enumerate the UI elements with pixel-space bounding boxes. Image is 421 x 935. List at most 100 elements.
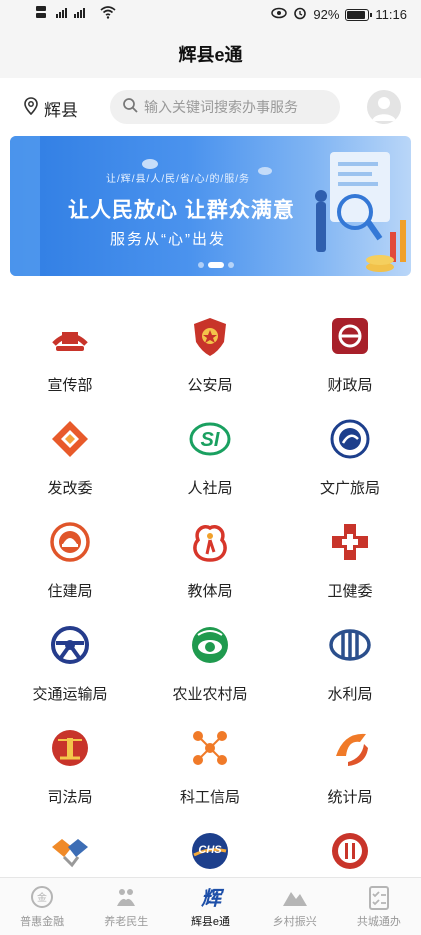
nav-item-label: 养老民生 [104,916,149,928]
banner-illustration-icon [315,152,406,272]
grid-item-label: 住建局 [47,583,93,600]
status-bar: 92% 11:16 [0,0,421,30]
search-icon [122,97,138,118]
social-security-icon: SI [188,417,232,461]
grid-item-label: 发改委 [47,480,93,497]
promo-banner[interactable]: 让/辉/县/人/民/省/心/的/服/务 让人民放心 让群众满意 服务从“心”出发 [10,136,411,276]
water-icon [328,623,372,667]
search-input[interactable] [144,99,334,115]
search-bar[interactable] [110,90,340,124]
banner-dot[interactable] [228,262,234,268]
grid-item-label: 农业农村局 [172,686,248,703]
nav-item[interactable]: 金普惠金融 [0,878,84,935]
battery-icon [345,8,373,21]
elderly-icon [112,884,140,910]
development-icon [48,417,92,461]
nav-item[interactable]: 共城通办 [337,878,421,935]
svg-text:CHS: CHS [198,844,222,856]
grid-item-label: 教体局 [187,583,233,600]
grid-item[interactable]: 农业农村局 [140,623,280,704]
health-cross-icon [328,520,372,564]
banner-headline: 让人民放心 让群众满意 [68,199,295,222]
alarm-icon [293,6,307,23]
status-right: 92% 11:16 [271,6,407,23]
police-badge-icon [188,314,232,358]
grid-item[interactable] [280,829,420,873]
culture-tourism-icon [328,417,372,461]
finance-icon [328,314,372,358]
handshake-icon [48,829,92,873]
location-pin-icon [24,97,38,120]
grid-item-label: 统计局 [327,789,373,806]
nav-item[interactable]: 养老民生 [84,878,168,935]
location-selector[interactable]: 辉县 [24,96,78,121]
search-row: 辉县 [0,78,421,136]
grid-item-label: 科工信局 [179,789,240,806]
grid-item-label: 财政局 [327,377,373,394]
grid-item[interactable]: 宣传部 [0,314,140,395]
grid-item-label: 水利局 [327,686,373,703]
grid-item-label: 司法局 [47,789,93,806]
battery-percent: 92% [313,7,340,22]
emblem-icon [328,829,372,873]
grid-item[interactable]: 发改委 [0,417,140,498]
wifi-icon [100,5,116,21]
banner-dot[interactable] [198,262,204,268]
bottom-nav: 金普惠金融 养老民生辉辉县e通 乡村振兴 共城通办 [0,877,421,935]
grid-item[interactable]: 科工信局 [140,726,280,807]
grid-item[interactable]: 住建局 [0,520,140,601]
grid-item-label: 卫健委 [327,583,373,600]
svg-text:辉: 辉 [201,888,225,910]
grid-item[interactable]: CHS [140,829,280,873]
housing-icon [48,520,92,564]
grid-item[interactable]: 统计局 [280,726,420,807]
grid-item-label: 人社局 [187,480,233,497]
grid-item[interactable] [0,829,140,873]
nav-item-label: 普惠金融 [20,916,65,928]
grid-item[interactable]: 财政局 [280,314,420,395]
eye-icon [271,7,288,22]
page-title: 辉县e通 [178,45,243,65]
justice-emblem-icon [48,726,92,770]
grid-item[interactable]: 教体局 [140,520,280,601]
chs-icon: CHS [188,829,232,873]
banner-tagline: 服务从“心”出发 [110,231,226,248]
transport-icon [48,623,92,667]
banner-subtitle: 让/辉/县/人/民/省/心/的/服/务 [106,174,251,185]
education-icon [188,520,232,564]
grid-item-label: 公安局 [187,377,233,394]
title-bar: 辉县e通 [0,30,421,78]
signal-icon [36,4,96,22]
science-icon [188,726,232,770]
svg-text:SI: SI [201,429,220,451]
location-label: 辉县 [44,101,78,120]
app-logo-icon: 辉 [197,884,225,910]
banner-pagination [198,262,234,268]
grid-item[interactable]: 交通运输局 [0,623,140,704]
banner-dot-active[interactable] [208,262,224,268]
status-left [36,4,116,22]
user-icon [372,97,396,121]
grid-item-label: 交通运输局 [32,686,108,703]
svg-text:金: 金 [37,891,47,904]
nav-item[interactable]: 辉辉县e通 [168,878,252,935]
grid-item[interactable]: SI 人社局 [140,417,280,498]
checklist-icon [365,884,393,910]
statistics-icon [328,726,372,770]
avatar[interactable] [367,90,401,124]
clock: 11:16 [375,7,407,22]
grid-item-label: 文广旅局 [319,480,380,497]
nav-item-label: 乡村振兴 [272,916,317,928]
grid-item[interactable]: 司法局 [0,726,140,807]
nav-item-label: 共城通办 [356,916,401,928]
nav-item-label: 辉县e通 [190,916,231,928]
grid-item[interactable]: 卫健委 [280,520,420,601]
propaganda-icon [48,314,92,358]
mountain-icon [281,884,309,910]
nav-item[interactable]: 乡村振兴 [253,878,337,935]
grid-item[interactable]: 公安局 [140,314,280,395]
grid-item-label: 宣传部 [47,377,93,394]
finance-coin-icon: 金 [28,884,56,910]
grid-item[interactable]: 水利局 [280,623,420,704]
grid-item[interactable]: 文广旅局 [280,417,420,498]
